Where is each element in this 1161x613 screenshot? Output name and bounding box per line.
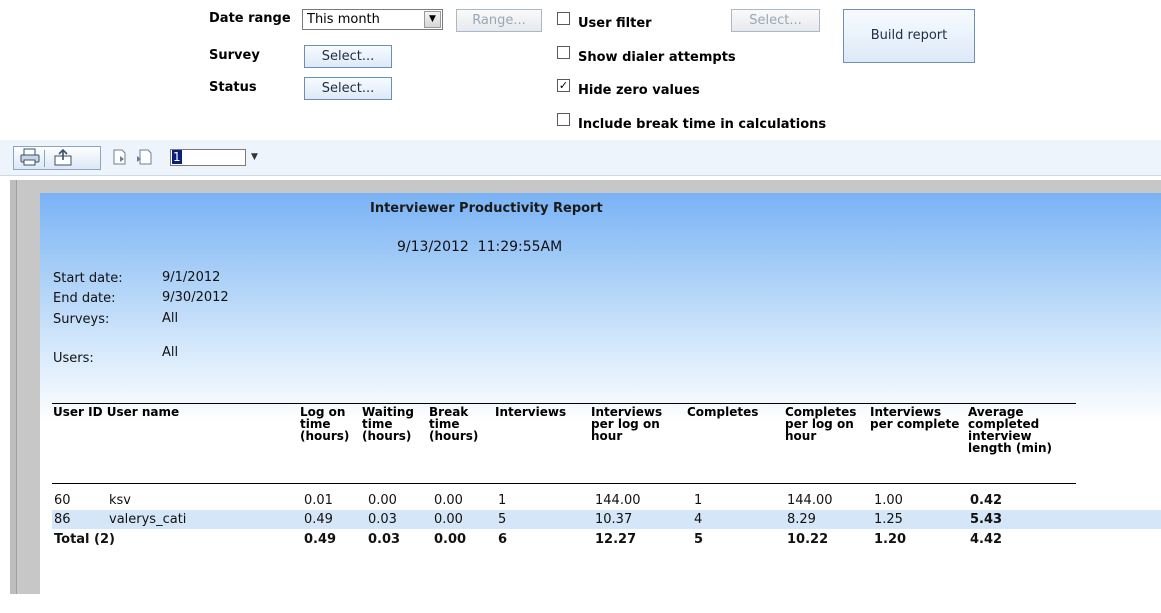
cell-user-id: 60 [54,493,71,508]
chevron-down-icon[interactable]: ▼ [424,11,441,28]
cell-total-int-per-complete: 1.20 [874,532,907,547]
build-report-button[interactable]: Build report [843,9,975,63]
cell-waiting: 0.03 [368,512,397,527]
cell-avg-length: 0.42 [970,493,1003,508]
include-break-label: Include break time in calculations [578,117,827,132]
col-header-log-on: Log on time (hours) [300,405,350,443]
toolbar-divider [44,150,45,167]
cell-int-per-complete: 1.00 [874,493,903,508]
export-icon[interactable] [52,148,74,168]
surveys-label: Surveys: [53,312,110,327]
cell-waiting: 0.00 [368,493,397,508]
show-dialer-label: Show dialer attempts [578,50,736,65]
start-date-label: Start date: [53,271,123,286]
print-icon[interactable] [19,148,41,168]
end-date-value: 9/30/2012 [162,290,229,305]
cell-total-int-per-hour: 12.27 [595,532,637,547]
page-number-value: 1 [172,150,182,164]
cell-interviews: 1 [498,493,507,508]
chevron-down-icon[interactable]: ▼ [251,149,258,166]
table-row[interactable]: 86 valerys_cati 0.49 0.03 0.00 5 10.37 4… [52,510,1161,529]
col-header-user: User ID User name [53,405,180,419]
col-header-break: Break time (hours) [429,405,479,443]
hide-zero-checkbox[interactable]: ✓ [557,79,570,92]
users-value: All [162,345,179,360]
end-date-label: End date: [53,291,116,306]
col-header-interviews: Interviews [495,405,567,419]
cell-int-per-hour: 10.37 [595,512,633,527]
start-date-value: 9/1/2012 [162,270,221,285]
status-label: Status [209,80,257,95]
cell-completes: 4 [694,512,703,527]
range-button[interactable]: Range... [456,9,542,32]
date-range-value: This month [307,12,380,27]
cell-avg-length: 5.43 [970,512,1003,527]
cell-int-per-hour: 144.00 [595,493,641,508]
checkmark-icon: ✓ [558,79,569,92]
report-title: Interviewer Productivity Report [370,201,603,216]
page-number-input[interactable]: 1 [170,149,246,166]
cell-user-name: ksv [109,493,131,508]
report-viewer: Interviewer Productivity Report 9/13/201… [10,180,1161,613]
cell-log-on: 0.01 [304,493,333,508]
cell-user-name: valerys_cati [109,512,187,527]
cell-break: 0.00 [434,512,463,527]
col-header-completes: Completes [687,405,759,419]
report-toolbar: 1 ▼ [0,140,1161,176]
viewer-scrollbar[interactable] [10,180,17,594]
survey-select-button[interactable]: Select... [304,45,392,68]
cell-total-label: Total (2) [54,532,115,547]
cell-total-log-on: 0.49 [304,532,337,547]
date-range-select[interactable]: This month ▼ [302,9,443,30]
include-break-checkbox[interactable] [557,113,570,126]
cell-comp-per-hour: 8.29 [787,512,816,527]
user-filter-select-button[interactable]: Select... [731,9,820,32]
show-dialer-checkbox[interactable] [557,46,570,59]
status-select-button[interactable]: Select... [304,77,392,100]
last-page-icon[interactable] [134,148,154,168]
report-generated-date: 9/13/2012 11:29:55AM [397,239,563,255]
date-range-label: Date range [209,11,291,26]
table-body-rule [52,483,1076,484]
cell-int-per-complete: 1.25 [874,512,903,527]
col-header-waiting: Waiting time (hours) [362,405,415,443]
col-header-avg-length: Average completed interview length (min) [968,405,1052,455]
next-page-icon[interactable] [110,148,130,168]
cell-interviews: 5 [498,512,507,527]
users-label: Users: [53,351,94,366]
user-filter-label: User filter [578,16,652,31]
cell-total-completes: 5 [694,532,704,547]
cell-total-interviews: 6 [498,532,508,547]
cell-comp-per-hour: 144.00 [787,493,833,508]
hide-zero-label: Hide zero values [578,83,700,98]
surveys-value: All [162,311,179,326]
cell-total-break: 0.00 [434,532,467,547]
report-page: Interviewer Productivity Report 9/13/201… [40,193,1161,613]
table-row[interactable]: 60 ksv 0.01 0.00 0.00 1 144.00 1 144.00 … [52,491,1161,510]
cell-break: 0.00 [434,493,463,508]
cell-completes: 1 [694,493,703,508]
col-header-int-per-hour: Interviews per log on hour [591,405,663,443]
col-header-int-per-complete: Interviews per complete [870,405,960,431]
cell-total-comp-per-hour: 10.22 [787,532,829,547]
survey-label: Survey [209,48,260,63]
cell-total-waiting: 0.03 [368,532,401,547]
table-total-row: Total (2) 0.49 0.03 0.00 6 12.27 5 10.22… [52,530,1161,549]
table-header-rule [52,403,1076,404]
user-filter-checkbox[interactable] [557,12,570,25]
cell-log-on: 0.49 [304,512,333,527]
cell-total-avg-length: 4.42 [970,532,1003,547]
col-header-comp-per-hour: Completes per log on hour [785,405,857,443]
cell-user-id: 86 [54,512,71,527]
